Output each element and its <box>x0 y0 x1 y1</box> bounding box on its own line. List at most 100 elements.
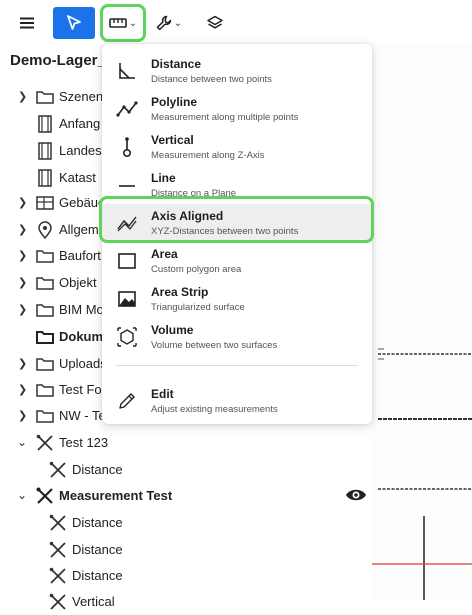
tree-item-vertical[interactable]: Vertical <box>0 589 380 615</box>
chevron-right-icon[interactable]: ❯ <box>18 249 27 262</box>
tree-item-label: Distance <box>72 515 123 530</box>
chevron-right-icon[interactable]: ❯ <box>18 409 27 422</box>
menu-item-area-strip[interactable]: Area Strip Triangularized surface <box>102 280 372 318</box>
chevron-down-icon: ⌄ <box>128 17 138 29</box>
chevron-down-icon: ⌄ <box>173 17 183 29</box>
layers-button[interactable] <box>200 9 230 37</box>
chevron-right-icon[interactable]: ❯ <box>18 303 27 316</box>
cursor-arrow-icon <box>67 15 81 30</box>
menu-item-title: Vertical <box>151 133 194 147</box>
menu-item-subtitle: Custom polygon area <box>151 264 242 275</box>
measurement-icon <box>36 434 53 451</box>
tree-item-test-123[interactable]: ⌄ Test 123 <box>0 430 380 456</box>
menu-item-title: Area Strip <box>151 285 209 299</box>
menu-item-subtitle: Measurement along multiple points <box>151 112 299 123</box>
volume-icon <box>117 327 137 347</box>
tree-item-label: Gebäuc <box>59 195 105 210</box>
film-icon <box>38 115 52 133</box>
folder-icon <box>36 384 54 397</box>
chevron-down-icon[interactable]: ⌄ <box>17 488 27 502</box>
measurement-icon <box>49 567 66 584</box>
tree-item-label: Landes <box>59 143 102 158</box>
tree-item-label: Test 123 <box>59 435 109 450</box>
line-icon <box>119 185 135 187</box>
folder-icon <box>36 91 54 104</box>
tree-item-label: Distance <box>72 542 123 557</box>
menu-item-title: Area <box>151 247 178 261</box>
measure-tool-button[interactable]: ⌄ <box>100 4 146 42</box>
tree-item-label: Allgem <box>59 222 99 237</box>
chevron-down-icon[interactable]: ⌄ <box>17 435 27 449</box>
tree-item-distance[interactable]: Distance <box>0 563 380 589</box>
menu-item-distance[interactable]: Distance Distance between two points <box>102 52 372 90</box>
toolbar: ⌄ ⌄ <box>0 0 472 44</box>
folder-icon <box>36 304 54 317</box>
hamburger-menu-icon <box>20 17 34 29</box>
tree-item-label: BIM Mo <box>59 302 104 317</box>
menu-item-title: Polyline <box>151 95 198 109</box>
tree-item-label: Objekt <box>59 275 97 290</box>
select-tool-button[interactable] <box>53 7 95 39</box>
menu-item-title: Distance <box>151 57 202 71</box>
3d-viewport[interactable] <box>372 44 472 600</box>
building-icon <box>36 196 54 210</box>
tools-button[interactable]: ⌄ <box>151 9 187 37</box>
menu-item-subtitle: Volume between two surfaces <box>151 340 278 351</box>
eye-icon[interactable] <box>345 486 367 504</box>
location-pin-icon <box>38 221 52 240</box>
measurement-icon <box>49 461 66 478</box>
tree-item-label: Distance <box>72 462 123 477</box>
area-icon <box>118 253 136 269</box>
menu-item-polyline[interactable]: Polyline Measurement along multiple poin… <box>102 90 372 128</box>
menu-button[interactable] <box>12 9 42 37</box>
layers-icon <box>207 15 223 29</box>
measurement-icon <box>49 593 66 610</box>
menu-item-edit[interactable]: Edit Adjust existing measurements <box>102 382 372 420</box>
tree-item-label: Measurement Test <box>59 488 173 503</box>
measurement-icon <box>49 514 66 531</box>
chevron-right-icon[interactable]: ❯ <box>18 223 27 236</box>
tree-item-label: Szenen <box>59 89 104 104</box>
chevron-right-icon[interactable]: ❯ <box>18 90 27 103</box>
menu-item-subtitle: Adjust existing measurements <box>151 404 278 415</box>
menu-item-title: Edit <box>151 387 174 401</box>
tree-item-label: Katast <box>59 170 96 185</box>
tree-item-distance[interactable]: Distance <box>0 537 380 563</box>
chevron-right-icon[interactable]: ❯ <box>18 276 27 289</box>
tree-item-distance[interactable]: Distance <box>0 510 380 536</box>
tree-item-label: Anfang <box>59 116 101 131</box>
vertical-icon <box>123 137 132 158</box>
folder-icon <box>36 250 54 263</box>
menu-item-area[interactable]: Area Custom polygon area <box>102 242 372 280</box>
menu-item-volume[interactable]: Volume Volume between two surfaces <box>102 318 372 356</box>
menu-item-vertical[interactable]: Vertical Measurement along Z-Axis <box>102 128 372 166</box>
menu-item-subtitle: Triangularized surface <box>151 302 245 313</box>
tree-item-label: NW - Te <box>59 408 106 423</box>
chevron-right-icon[interactable]: ❯ <box>18 383 27 396</box>
menu-item-subtitle: Measurement along Z-Axis <box>151 150 265 161</box>
tree-item-label: Dokum <box>59 329 104 344</box>
tree-item-measurement-test[interactable]: ⌄ Measurement Test <box>0 483 380 509</box>
project-title: Demo-Lager_u <box>10 52 116 69</box>
tree-item-label: Baufort <box>59 248 101 263</box>
measurement-icon <box>36 487 53 504</box>
tree-item-label: Distance <box>72 568 123 583</box>
highlight-frame <box>99 196 374 243</box>
folder-icon <box>36 410 54 423</box>
folder-icon <box>36 277 54 290</box>
chevron-right-icon[interactable]: ❯ <box>18 357 27 370</box>
menu-divider <box>116 365 358 366</box>
tree-item-distance[interactable]: Distance <box>0 457 380 483</box>
tree-item-label: Test Fo <box>59 382 102 397</box>
distance-icon <box>119 63 135 79</box>
measurement-icon <box>49 541 66 558</box>
pencil-icon <box>119 393 135 409</box>
menu-item-title: Line <box>151 171 176 185</box>
tree-item-label: Vertical <box>72 594 115 609</box>
folder-icon <box>36 358 54 371</box>
film-icon <box>38 169 52 187</box>
chevron-right-icon[interactable]: ❯ <box>18 196 27 209</box>
menu-item-subtitle: Distance between two points <box>151 74 272 85</box>
area-strip-icon <box>118 291 136 307</box>
menu-item-title: Volume <box>151 323 194 337</box>
